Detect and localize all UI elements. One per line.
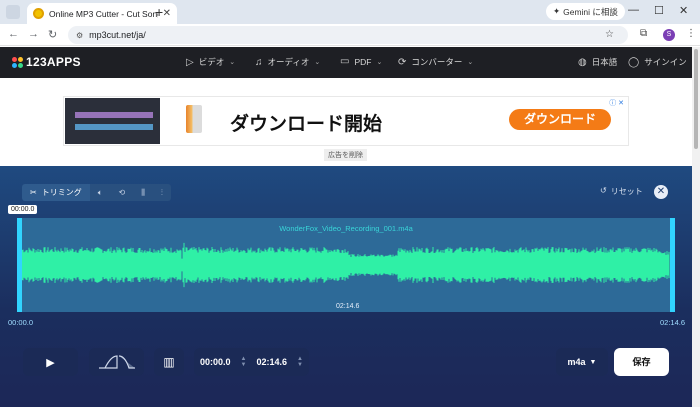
chevron-down-icon: ⌄ xyxy=(229,59,236,66)
reset-label: リセット xyxy=(610,187,643,196)
nav-audio-label: オーディオ xyxy=(267,57,310,67)
volume-icon: 🔈︎ xyxy=(97,187,103,197)
ad-area: ダウンロード開始 ダウンロード ⓘ ✕ 広告を削除 xyxy=(0,78,692,166)
film-icon: ▥ xyxy=(163,355,175,369)
tool-pitch[interactable]: ⫼ xyxy=(133,184,153,201)
trim-label: トリミング xyxy=(41,188,82,197)
chevron-down-icon: ⌄ xyxy=(467,59,474,66)
chevron-down-icon: ⌄ xyxy=(376,58,383,66)
scrollbar-thumb[interactable] xyxy=(694,49,698,149)
nav-converter[interactable]: ⟳ コンバーター ⌄ xyxy=(398,56,473,68)
site-favicon-icon xyxy=(33,8,44,19)
language-label: 日本語 xyxy=(591,57,618,67)
trim-end-handle[interactable] xyxy=(670,218,675,312)
caret-down-icon: ▼ xyxy=(589,358,597,366)
reload-icon[interactable]: ↻ xyxy=(48,28,57,41)
tool-equalizer[interactable]: ⫶ xyxy=(152,184,171,201)
start-time-input[interactable]: 00:00.0 xyxy=(200,357,231,367)
play-button[interactable]: ▶ xyxy=(23,348,78,376)
fade-button[interactable] xyxy=(89,348,144,376)
audio-editor: ✂ トリミング 🔈︎ ⟲ ⫼ ⫶ ↺ リセット ✕ 00:00.0 Wonder… xyxy=(0,166,692,407)
tab-search-icon[interactable] xyxy=(6,5,20,19)
signin-link[interactable]: ◯ サインイン xyxy=(628,56,687,68)
nav-audio[interactable]: ♫ オーディオ ⌄ xyxy=(255,56,320,68)
address-bar-row: ← → ↻ ⚙ mp3cut.net/ja/ ☆ ⧉ S ⋮ xyxy=(0,24,700,46)
page-scrollbar[interactable] xyxy=(692,47,700,407)
ad-download-button[interactable]: ダウンロード xyxy=(509,109,611,130)
url-bar[interactable]: ⚙ mp3cut.net/ja/ ☆ xyxy=(68,26,628,44)
window-close-icon[interactable]: ✕ xyxy=(679,4,688,17)
user-icon: ◯ xyxy=(628,56,640,68)
tool-trim[interactable]: ✂ トリミング xyxy=(22,184,90,201)
logo-text: 123APPS xyxy=(26,55,81,69)
site-navbar: 123APPS ▷ ビデオ ⌄ ♫ オーディオ ⌄ ▭ PDF ⌄ ⟳ コンバー… xyxy=(0,47,692,78)
new-tab-icon[interactable]: + xyxy=(155,4,163,20)
ad-info-icon[interactable]: ⓘ ✕ xyxy=(609,98,624,108)
video-icon: ▷ xyxy=(186,56,194,68)
remove-ad-button[interactable]: 広告を削除 xyxy=(324,149,367,161)
tab-close-icon[interactable]: ✕ xyxy=(163,8,171,19)
reset-icon: ↺ xyxy=(600,186,607,195)
waveform-icon: ⫼ xyxy=(141,187,145,197)
start-time-stepper-icon[interactable]: ▲ ▼ xyxy=(241,356,247,368)
sparkle-icon: ✦ xyxy=(553,6,561,16)
waveform-duration-label: 02:14.6 xyxy=(336,303,360,310)
format-label: m4a xyxy=(567,357,586,367)
profile-avatar[interactable]: S xyxy=(663,29,675,41)
ad-banner[interactable]: ダウンロード開始 ダウンロード ⓘ ✕ xyxy=(63,96,629,146)
time-range-inputs: 00:00.0 ▲ ▼ 02:14.6 ▲ ▼ xyxy=(194,348,309,376)
tool-speed[interactable]: ⟲ xyxy=(110,184,134,201)
end-time-input[interactable]: 02:14.6 xyxy=(257,357,288,367)
ad-headline: ダウンロード開始 xyxy=(230,114,383,135)
trim-start-handle[interactable] xyxy=(17,218,22,312)
convert-icon: ⟳ xyxy=(398,56,407,68)
waveform-panel[interactable]: WonderFox_Video_Recording_001.m4a xyxy=(18,218,674,312)
editor-toolbar: ✂ トリミング 🔈︎ ⟲ ⫼ ⫶ xyxy=(22,184,171,201)
language-selector[interactable]: ◍ 日本語 xyxy=(578,56,617,68)
equalizer-icon: ⫶ xyxy=(160,187,163,197)
gemini-button[interactable]: ✦ Gemini に相談 xyxy=(546,3,625,20)
browser-tab-strip: Online MP3 Cutter - Cut Songs, ✕ + ✦ Gem… xyxy=(0,0,700,24)
maximize-icon[interactable]: ☐ xyxy=(654,4,664,17)
gemini-label: Gemini に相談 xyxy=(563,6,618,17)
close-editor-icon[interactable]: ✕ xyxy=(654,185,668,199)
nav-converter-label: コンバーター xyxy=(411,57,463,67)
format-select[interactable]: m4a ▼ xyxy=(556,348,608,376)
nav-pdf[interactable]: ▭ PDF ⌄ xyxy=(340,56,382,67)
nav-video[interactable]: ▷ ビデオ ⌄ xyxy=(186,56,235,68)
globe-icon: ◍ xyxy=(578,56,587,68)
chevron-down-icon: ⌄ xyxy=(314,59,321,66)
extensions-icon[interactable]: ⧉ xyxy=(640,28,647,39)
site-info-icon[interactable]: ⚙ xyxy=(76,31,83,40)
nav-pdf-label: PDF xyxy=(354,56,372,67)
ad-screenshot-image xyxy=(65,98,160,144)
nav-video-label: ビデオ xyxy=(198,57,225,67)
bookmark-star-icon[interactable]: ☆ xyxy=(605,29,614,40)
url-text: mp3cut.net/ja/ xyxy=(89,30,146,40)
selection-start-badge: 00:00.0 xyxy=(8,205,38,214)
tool-volume[interactable]: 🔈︎ xyxy=(89,184,111,201)
file-name: WonderFox_Video_Recording_001.m4a xyxy=(279,224,413,233)
forward-icon[interactable]: → xyxy=(28,28,39,40)
browser-menu-icon[interactable]: ⋮ xyxy=(686,28,696,39)
back-icon[interactable]: ← xyxy=(8,28,19,40)
tab-title: Online MP3 Cutter - Cut Songs, xyxy=(49,8,158,19)
music-icon: ♫ xyxy=(255,56,263,68)
timeline-end-time: 02:14.6 xyxy=(660,318,686,327)
split-button[interactable]: ▥ xyxy=(154,348,184,376)
speed-icon: ⟲ xyxy=(118,188,126,197)
logo-dots-icon xyxy=(12,56,23,68)
minimize-icon[interactable]: — xyxy=(628,4,639,16)
reset-button[interactable]: ↺ リセット xyxy=(600,186,643,197)
ad-product-box-image xyxy=(186,105,202,133)
save-button[interactable]: 保存 xyxy=(614,348,669,376)
pdf-icon: ▭ xyxy=(340,56,350,67)
signin-label: サインイン xyxy=(644,57,687,67)
timeline-start-time: 00:00.0 xyxy=(8,318,34,327)
end-time-stepper-icon[interactable]: ▲ ▼ xyxy=(297,356,303,368)
site-logo[interactable]: 123APPS xyxy=(12,55,81,69)
play-icon: ▶ xyxy=(46,356,55,369)
scissors-icon: ✂ xyxy=(30,188,37,197)
fade-icon xyxy=(98,355,135,369)
